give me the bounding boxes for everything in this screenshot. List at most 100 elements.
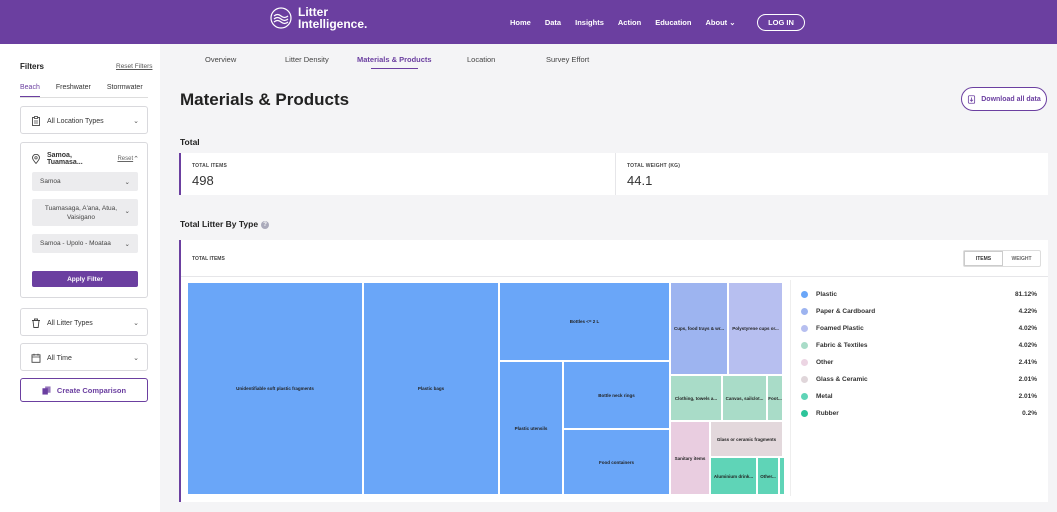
section-tabs: Overview Litter Density Materials & Prod… [160, 44, 1057, 74]
tab-stormwater[interactable]: Stormwater [107, 84, 143, 97]
create-comparison-label: Create Comparison [56, 385, 127, 395]
total-items-card: TOTAL ITEMS 498 [179, 153, 615, 195]
legend-label: Metal [816, 392, 833, 400]
legend-swatch [801, 324, 808, 332]
apply-filter-button[interactable]: Apply Filter [32, 271, 138, 287]
legend-swatch [801, 341, 808, 349]
legend-value: 2.01% [1018, 392, 1037, 400]
create-comparison-button[interactable]: Create Comparison [20, 378, 148, 402]
legend-label: Other [816, 358, 834, 366]
nav-insights[interactable]: Insights [575, 18, 604, 27]
treemap-cell[interactable]: Bottles <= 2 L [499, 282, 670, 361]
legend-label: Fabric & Textiles [816, 341, 868, 349]
nav-data[interactable]: Data [545, 18, 561, 27]
location-types-dropdown[interactable]: All Location Types ⌄ [20, 106, 148, 134]
legend-value: 4.22% [1018, 307, 1037, 315]
main-nav: Home Data Insights Action Education Abou… [510, 0, 750, 44]
tab-location[interactable]: Location [467, 55, 495, 64]
treemap-cell[interactable]: Unidentifiable soft plastic fragments [187, 282, 363, 495]
nav-education[interactable]: Education [655, 18, 691, 27]
tab-litter-density[interactable]: Litter Density [285, 55, 329, 64]
reset-filters-link[interactable]: Reset Filters [116, 63, 152, 70]
legend-value: 4.02% [1018, 341, 1037, 349]
chevron-up-icon[interactable]: ⌃ [133, 155, 139, 163]
material-legend: Plastic 81.12% Paper & Cardboard 4.22% Foame… [790, 280, 1046, 496]
treemap-cell[interactable]: Plastic bags [363, 282, 499, 495]
location-label[interactable]: Samoa, Tuamasa... [47, 152, 109, 166]
toggle-items[interactable]: ITEMS [964, 251, 1003, 266]
chevron-down-icon: ⌄ [133, 355, 139, 362]
litter-treemap: Unidentifiable soft plastic fragments Pla… [187, 282, 785, 495]
treemap-cell[interactable]: Bottle neck rings [563, 361, 670, 429]
filters-sidebar: Filters Reset Filters Beach Freshwater S… [0, 44, 160, 512]
treemap-cell[interactable]: Canvas, sailclot... [722, 375, 767, 421]
location-pin-icon [32, 154, 40, 164]
chevron-down-icon: ⌄ [124, 178, 130, 186]
location-types-label: All Location Types [47, 117, 104, 125]
treemap-cell[interactable] [779, 457, 785, 495]
panel-label: TOTAL ITEMS [192, 256, 225, 262]
chevron-down-icon: ⌄ [133, 118, 139, 125]
legend-item[interactable]: Plastic 81.12% [801, 289, 1037, 299]
legend-label: Plastic [816, 290, 837, 298]
tab-overview[interactable]: Overview [205, 55, 236, 64]
legend-item[interactable]: Rubber 0.2% [801, 408, 1037, 418]
treemap-cell[interactable]: Plastic utensils [499, 361, 563, 495]
country-select[interactable]: Samoa ⌄ [32, 172, 138, 191]
legend-item[interactable]: Other 2.41% [801, 357, 1037, 367]
tab-beach[interactable]: Beach [20, 84, 40, 97]
legend-item[interactable]: Glass & Ceramic 2.01% [801, 374, 1037, 384]
chevron-down-icon: ⌄ [133, 320, 139, 327]
water-type-tabs: Beach Freshwater Stormwater [20, 84, 159, 97]
litter-types-label: All Litter Types [47, 319, 93, 327]
login-button[interactable]: LOG IN [757, 14, 805, 31]
toggle-weight[interactable]: WEIGHT [1003, 251, 1040, 266]
logo-text: Litter Intelligence. [298, 5, 368, 31]
download-all-data-button[interactable]: Download all data [961, 87, 1047, 111]
site-select[interactable]: Samoa - Upolo - Moataa ⌄ [32, 234, 138, 253]
legend-swatch [801, 358, 808, 366]
help-icon[interactable]: ? [261, 220, 270, 229]
items-weight-toggle: ITEMS WEIGHT [963, 250, 1041, 267]
treemap-cell[interactable]: Cups, food trays & wr... [670, 282, 728, 375]
nav-home[interactable]: Home [510, 18, 531, 27]
tab-materials-products[interactable]: Materials & Products [357, 55, 432, 69]
treemap-cell[interactable]: Glass or ceramic fragments [710, 421, 783, 457]
treemap-cell[interactable]: Sanitary items [670, 421, 710, 495]
legend-swatch [801, 307, 808, 315]
compare-icon [42, 385, 51, 395]
legend-label: Rubber [816, 409, 839, 417]
legend-item[interactable]: Fabric & Textiles 4.02% [801, 340, 1037, 350]
region-select[interactable]: Tuamasaga, A'ana, Atua, Vaisigano ⌄ [32, 199, 138, 226]
legend-label: Foamed Plastic [816, 324, 864, 332]
page-title: Materials & Products [180, 90, 350, 109]
legend-label: Glass & Ceramic [816, 375, 868, 383]
legend-value: 2.01% [1018, 375, 1037, 383]
wave-logo-icon [270, 7, 292, 29]
clipboard-icon [32, 116, 40, 126]
total-weight-value: 44.1 [627, 173, 653, 188]
treemap-cell[interactable]: Foot... [767, 375, 783, 421]
location-filter-panel: Samoa, Tuamasa... Reset ⌃ Samoa ⌄ Tuamas… [20, 142, 148, 298]
time-dropdown[interactable]: All Time ⌄ [20, 343, 148, 371]
legend-item[interactable]: Metal 2.01% [801, 391, 1037, 401]
litter-types-dropdown[interactable]: All Litter Types ⌄ [20, 308, 148, 336]
site-value: Samoa - Upolo - Moataa [40, 240, 111, 247]
chevron-down-icon: ⌄ [124, 208, 130, 215]
logo[interactable]: Litter Intelligence. [270, 6, 367, 30]
legend-value: 0.2% [1022, 409, 1037, 417]
treemap-cell[interactable]: Polystyrene cups or... [728, 282, 783, 375]
legend-item[interactable]: Paper & Cardboard 4.22% [801, 306, 1037, 316]
treemap-cell[interactable]: Aluminium drink... [710, 457, 757, 495]
treemap-cell[interactable]: Other... [757, 457, 779, 495]
location-reset-link[interactable]: Reset [117, 156, 133, 162]
tabs-divider [20, 97, 148, 98]
treemap-cell[interactable]: Clothing, towels a... [670, 375, 722, 421]
tab-freshwater[interactable]: Freshwater [56, 84, 91, 97]
total-section-title: Total [180, 137, 200, 147]
nav-action[interactable]: Action [618, 18, 641, 27]
legend-item[interactable]: Foamed Plastic 4.02% [801, 323, 1037, 333]
treemap-cell[interactable]: Food containers [563, 429, 670, 495]
tab-survey-effort[interactable]: Survey Effort [546, 55, 589, 64]
nav-about[interactable]: About ⌄ [705, 18, 735, 27]
